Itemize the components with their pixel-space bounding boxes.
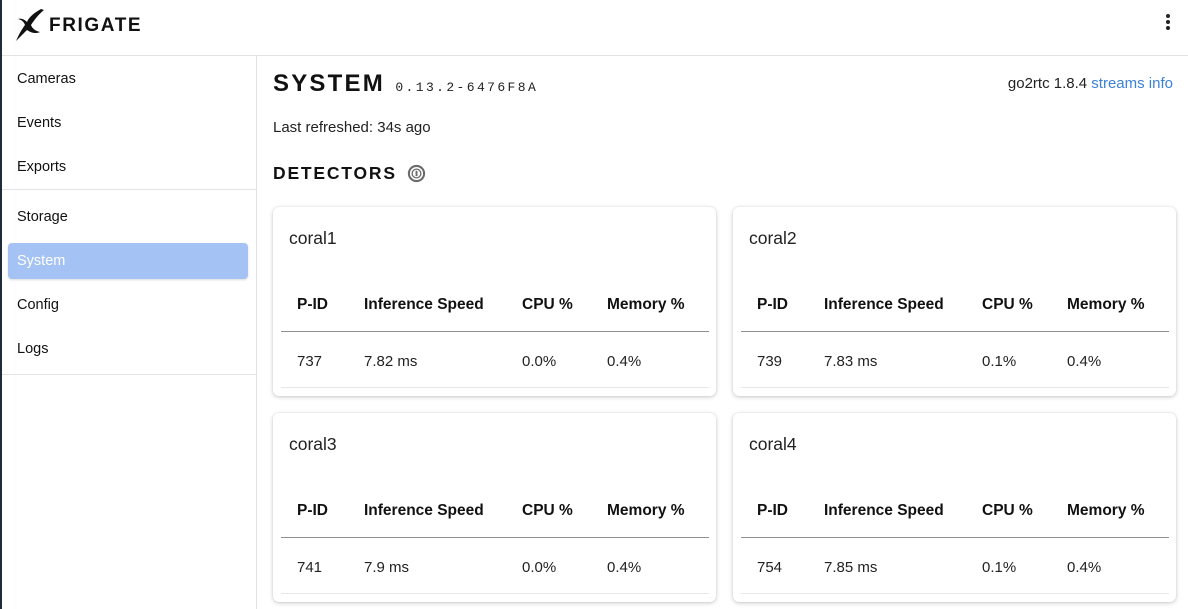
kebab-menu-icon[interactable] <box>1160 13 1176 33</box>
sidebar-item-exports[interactable]: Exports <box>2 145 256 189</box>
sidebar-item-logs[interactable]: Logs <box>2 327 256 371</box>
cell-memory: 0.4% <box>1067 353 1102 370</box>
cell-inference-speed: 7.83 ms <box>824 353 878 370</box>
table-header: P-ID Inference Speed CPU % Memory % <box>281 487 709 538</box>
section-title: DETECTORS <box>273 163 397 183</box>
detector-name: coral1 <box>289 228 337 248</box>
cell-pid: 741 <box>297 559 323 576</box>
cell-cpu: 0.1% <box>982 559 1017 576</box>
cell-pid: 737 <box>297 353 323 370</box>
sidebar: Cameras Events Exports Storage System Co… <box>2 56 257 609</box>
header-pid: P-ID <box>757 296 788 313</box>
header-inference-speed: Inference Speed <box>364 296 484 313</box>
info-icon[interactable] <box>407 164 426 183</box>
header-inference-speed: Inference Speed <box>824 502 944 519</box>
table-row: 741 7.9 ms 0.0% 0.4% <box>281 538 709 594</box>
app-header: FRIGATE <box>2 0 1188 56</box>
cell-cpu: 0.0% <box>522 559 557 576</box>
page-title: SYSTEM <box>273 70 385 97</box>
header-cpu: CPU % <box>522 296 573 313</box>
go2rtc-version: go2rtc 1.8.4 <box>1007 75 1088 92</box>
cell-cpu: 0.0% <box>522 353 557 370</box>
detector-table: P-ID Inference Speed CPU % Memory % 739 … <box>741 281 1169 388</box>
detector-card-coral1: coral1 P-ID Inference Speed CPU % Memory… <box>273 207 716 396</box>
page-title-row: SYSTEM 0.13.2-6476F8A <box>273 70 538 98</box>
header-memory: Memory % <box>1067 296 1145 313</box>
cell-memory: 0.4% <box>1067 559 1102 576</box>
detector-name: coral4 <box>749 434 797 454</box>
sidebar-divider <box>2 189 256 190</box>
cell-inference-speed: 7.82 ms <box>364 353 418 370</box>
detector-table: P-ID Inference Speed CPU % Memory % 754 … <box>741 487 1169 594</box>
header-cpu: CPU % <box>982 502 1033 519</box>
cell-pid: 739 <box>757 353 783 370</box>
header-inference-speed: Inference Speed <box>364 502 484 519</box>
sidebar-item-system[interactable]: System <box>8 243 248 279</box>
cell-inference-speed: 7.9 ms <box>364 559 410 576</box>
cell-memory: 0.4% <box>607 353 642 370</box>
version-label: 0.13.2-6476F8A <box>395 80 539 95</box>
table-row: 754 7.85 ms 0.1% 0.4% <box>741 538 1169 594</box>
detector-name: coral2 <box>749 228 797 248</box>
table-row: 737 7.82 ms 0.0% 0.4% <box>281 332 709 388</box>
header-cpu: CPU % <box>522 502 573 519</box>
cell-pid: 754 <box>757 559 783 576</box>
cell-cpu: 0.1% <box>982 353 1017 370</box>
header-pid: P-ID <box>297 502 328 519</box>
table-row: 739 7.83 ms 0.1% 0.4% <box>741 332 1169 388</box>
header-memory: Memory % <box>607 296 685 313</box>
detector-name: coral3 <box>289 434 337 454</box>
detector-table: P-ID Inference Speed CPU % Memory % 741 … <box>281 487 709 594</box>
table-header: P-ID Inference Speed CPU % Memory % <box>741 487 1169 538</box>
table-header: P-ID Inference Speed CPU % Memory % <box>281 281 709 332</box>
header-inference-speed: Inference Speed <box>824 296 944 313</box>
sidebar-item-storage[interactable]: Storage <box>2 195 256 239</box>
detector-card-coral4: coral4 P-ID Inference Speed CPU % Memory… <box>733 413 1176 602</box>
sidebar-item-config[interactable]: Config <box>2 283 256 327</box>
detector-card-coral2: coral2 P-ID Inference Speed CPU % Memory… <box>733 207 1176 396</box>
detector-card-coral3: coral3 P-ID Inference Speed CPU % Memory… <box>273 413 716 602</box>
frigate-logo-icon <box>16 9 44 41</box>
header-pid: P-ID <box>297 296 328 313</box>
header-pid: P-ID <box>757 502 788 519</box>
brand-name: FRIGATE <box>49 15 143 36</box>
sidebar-divider <box>2 374 256 375</box>
main-content: SYSTEM 0.13.2-6476F8A go2rtc 1.8.4 strea… <box>258 56 1188 609</box>
last-refreshed: Last refreshed: 34s ago <box>273 119 431 136</box>
cell-memory: 0.4% <box>607 559 642 576</box>
header-memory: Memory % <box>607 502 685 519</box>
streams-info-link[interactable]: streams info <box>1091 75 1173 92</box>
detector-table: P-ID Inference Speed CPU % Memory % 737 … <box>281 281 709 388</box>
cell-inference-speed: 7.85 ms <box>824 559 878 576</box>
sidebar-item-cameras[interactable]: Cameras <box>2 57 256 101</box>
sidebar-item-events[interactable]: Events <box>2 101 256 145</box>
header-cpu: CPU % <box>982 296 1033 313</box>
detectors-section-header: DETECTORS <box>273 163 426 184</box>
go2rtc-info: go2rtc 1.8.4 streams info <box>1008 75 1173 92</box>
header-memory: Memory % <box>1067 502 1145 519</box>
table-header: P-ID Inference Speed CPU % Memory % <box>741 281 1169 332</box>
